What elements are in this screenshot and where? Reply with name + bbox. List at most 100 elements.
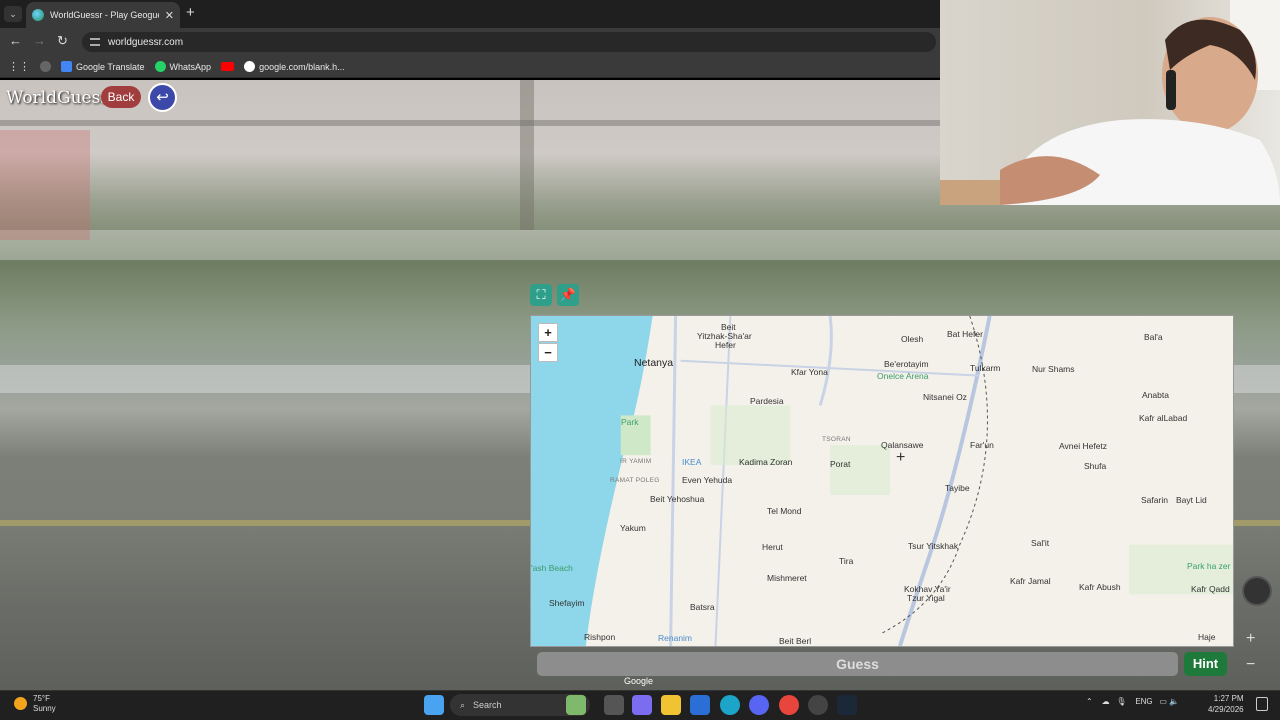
map-label: Be'erotayim (884, 359, 929, 369)
youtube-icon (221, 62, 235, 71)
address-bar[interactable]: worldguessr.com (82, 32, 936, 52)
sv-zoom-out-icon[interactable]: − (1246, 656, 1255, 674)
map-label: Sal'it (1031, 538, 1050, 548)
edge-icon[interactable] (720, 695, 740, 715)
task-view-icon[interactable] (604, 695, 624, 715)
map-label: TSORAN (822, 436, 851, 443)
tab-search-button[interactable]: ⌄ (4, 6, 22, 22)
translate-icon (61, 61, 72, 72)
map-label: Bayt Lid (1176, 495, 1207, 505)
map-label: Safarin (1141, 495, 1168, 505)
globe-icon (32, 9, 44, 21)
weather-desc: Sunny (33, 704, 56, 713)
new-tab-button[interactable]: + (186, 4, 195, 21)
map-label: IR YAMIM (620, 458, 652, 465)
map-label: Anabta (1142, 390, 1169, 400)
map-label: IKEA (682, 457, 702, 467)
map-label: Batsra (690, 602, 715, 612)
road-barrier (0, 230, 1280, 260)
map-label: Olesh (901, 334, 924, 344)
language-indicator[interactable]: ENG (1135, 697, 1152, 706)
clock-date: 4/29/2026 (1208, 705, 1244, 714)
map-label: Tzur Yigal (907, 593, 945, 603)
bookmark-youtube[interactable] (221, 62, 235, 71)
map-label: Tel Mond (767, 506, 802, 516)
network-icon[interactable]: ▭ (1159, 697, 1167, 706)
map-label: Renanim (658, 633, 693, 643)
bookmark-google-translate[interactable]: Google Translate (61, 61, 145, 72)
map-label: Beit Berl (779, 636, 812, 646)
map-label: Yakum (620, 523, 646, 533)
site-info-icon[interactable] (90, 38, 100, 46)
weather-temp: 75°F (33, 694, 50, 703)
map-label: Nitsanei Oz (923, 392, 967, 402)
chrome-taskbar-icon[interactable] (779, 695, 799, 715)
chevron-up-icon[interactable]: ⌃ (1086, 697, 1093, 706)
back-button[interactable]: Back (101, 86, 141, 108)
map-label: Avnei Hefetz (1059, 441, 1108, 451)
close-icon[interactable]: ✕ (165, 9, 174, 22)
bookmark-whatsapp[interactable]: WhatsApp (154, 61, 212, 72)
widgets-icon[interactable] (566, 695, 586, 715)
map-label: Beit Yehoshua (650, 494, 705, 504)
map-label: Rishpon (584, 632, 616, 642)
google-icon (244, 61, 256, 72)
compass-icon[interactable] (1242, 576, 1272, 606)
map-label: Park (621, 417, 639, 427)
map-label: Tsur Yitskhak (908, 541, 959, 551)
map-label: Tayibe (945, 483, 970, 493)
back-arrow-icon[interactable]: ← (9, 33, 22, 48)
bookmark-label: Google Translate (76, 61, 145, 72)
bookmark-label: WhatsApp (169, 61, 212, 72)
forward-arrow-icon[interactable]: → (33, 33, 46, 48)
map-label: Kadima Zoran (739, 457, 793, 467)
zoom-out-button[interactable]: − (538, 343, 558, 362)
windows-start-icon[interactable] (424, 695, 444, 715)
bookmark-google-blank[interactable]: google.com/blank.h... (244, 61, 345, 72)
url-text: worldguessr.com (108, 36, 184, 48)
weather-widget[interactable]: 75°F Sunny (33, 694, 56, 714)
reload-icon[interactable]: ↻ (57, 33, 68, 49)
webcam-person (940, 0, 1280, 205)
return-to-start-icon[interactable]: ↩ (148, 83, 177, 112)
map-label: Kafr Jamal (1010, 576, 1051, 586)
expand-map-icon[interactable]: ⛶ (530, 284, 552, 306)
zoom-in-button[interactable]: + (538, 323, 558, 342)
bookmarks-bar: ⋮⋮ Google Translate WhatsApp google.com/… (0, 56, 940, 78)
onedrive-icon[interactable]: ☁ (1102, 697, 1110, 706)
apps-grid-icon[interactable]: ⋮⋮ (8, 60, 30, 73)
map-label: Porat (830, 459, 851, 469)
crosshair-cursor: + (896, 449, 906, 466)
pin-map-icon[interactable]: 📌 (557, 284, 579, 306)
sv-zoom-in-icon[interactable]: + (1246, 630, 1255, 648)
map-label: Herut (762, 542, 783, 552)
store-icon[interactable] (690, 695, 710, 715)
clock[interactable]: 1:27 PM 4/29/2026 (1208, 693, 1244, 715)
browser-tab[interactable]: WorldGuessr - Play Geoguessr Fre ✕ (26, 2, 180, 28)
file-explorer-icon[interactable] (661, 695, 681, 715)
copilot-icon[interactable] (632, 695, 652, 715)
sun-icon[interactable] (14, 697, 27, 710)
map-label: Pardesia (750, 396, 784, 406)
map-label: RAMAT POLEG (610, 477, 660, 484)
discord-icon[interactable] (749, 695, 769, 715)
volume-icon[interactable]: 🔈 (1169, 697, 1179, 706)
whatsapp-icon (154, 61, 166, 72)
map-label: 'ash Beach (531, 563, 573, 573)
system-tray[interactable]: ⌃ ☁ 🎙 ENG ▭ 🔈 (1086, 697, 1179, 706)
map-label: Kafr Abush (1079, 582, 1121, 592)
map-label: Netanya (634, 357, 674, 369)
obs-icon[interactable] (808, 695, 828, 715)
guess-map[interactable]: Beit Yitzhak-Sha'ar Hefer Netanya Kfar Y… (530, 315, 1234, 647)
map-label: Shefayim (549, 598, 585, 608)
steam-icon[interactable] (837, 695, 857, 715)
chrome-icon[interactable] (40, 61, 51, 72)
map-label: Even Yehuda (682, 475, 733, 485)
hint-button[interactable]: Hint (1184, 652, 1227, 676)
map-label: Bal'a (1144, 332, 1163, 342)
mic-icon[interactable]: 🎙 (1116, 697, 1126, 706)
guess-button[interactable]: Guess (537, 652, 1178, 676)
blurred-vehicle (0, 130, 90, 240)
notification-bell-icon[interactable] (1256, 697, 1268, 711)
map-label: Kafr alLabad (1139, 413, 1188, 423)
